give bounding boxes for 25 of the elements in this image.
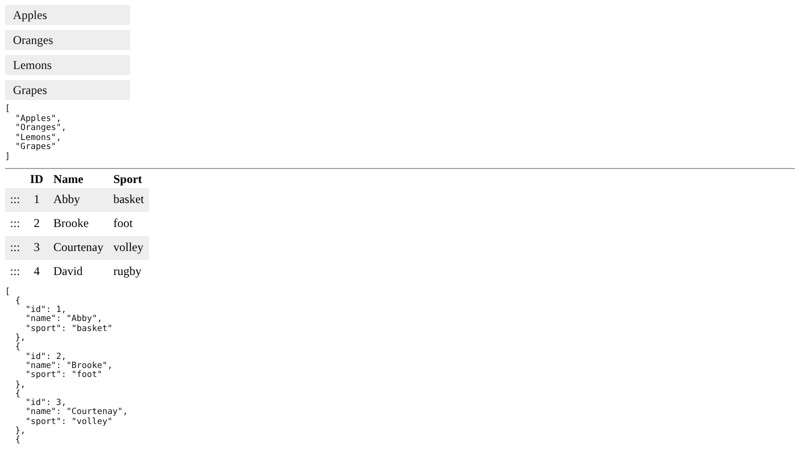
table-cell: 2	[25, 212, 48, 236]
drag-handle[interactable]: :::	[5, 212, 26, 236]
draggable-list-item[interactable]: Lemons	[5, 55, 130, 75]
table-cell: volley	[108, 236, 150, 260]
table-cell: 3	[25, 236, 48, 260]
draggable-list-item[interactable]: Grapes	[5, 80, 130, 100]
column-header: Sport	[112, 172, 144, 188]
column-header: Name	[52, 172, 84, 188]
table-cell: Courtenay	[48, 236, 108, 260]
draggable-list-item[interactable]: Apples	[5, 5, 130, 25]
drag-handle[interactable]: :::	[5, 188, 26, 212]
drag-handle[interactable]: :::	[5, 260, 26, 284]
draggable-list-item[interactable]: Oranges	[5, 30, 130, 50]
table-cell: Abby	[48, 188, 108, 212]
drag-handle[interactable]: :::	[5, 236, 26, 260]
column-header: ID	[29, 172, 44, 188]
json-output: [ "Apples", "Oranges", "Lemons", "Grapes" ]	[5, 105, 68, 163]
table-cell: Brooke	[48, 212, 108, 236]
table-cell: David	[48, 260, 108, 284]
table-cell: rugby	[108, 260, 150, 284]
table-cell: 4	[25, 260, 48, 284]
table-cell: foot	[108, 212, 150, 236]
table-cell: 1	[25, 188, 48, 212]
json-output: [ { "id": 1, "name": "Abby", "sport": "basket" }, { "id": 2, "name": "Brooke", "sport": "foot" }, { "id": 3, "name": "Courtenay", "sport": "volley" }, {	[5, 288, 129, 446]
table-cell: basket	[108, 188, 150, 212]
